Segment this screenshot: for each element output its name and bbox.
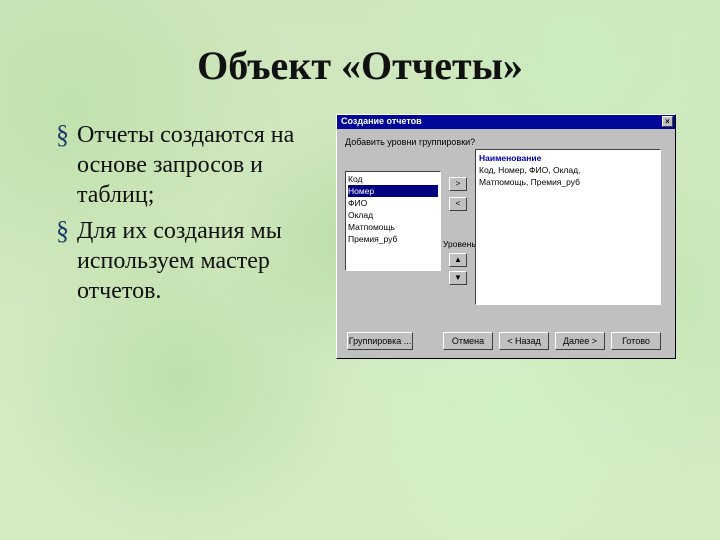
window-title: Создание отчетов bbox=[341, 116, 422, 126]
report-wizard-window: Создание отчетов × Добавить уровни групп… bbox=[336, 114, 676, 359]
window-titlebar[interactable]: Создание отчетов × bbox=[337, 115, 675, 129]
wizard-prompt: Добавить уровни группировки? bbox=[345, 137, 475, 147]
add-level-button[interactable]: > bbox=[449, 177, 467, 191]
preview-line: Матпомощь, Премия_руб bbox=[479, 176, 657, 188]
list-item[interactable]: Код bbox=[348, 173, 438, 185]
available-fields-list[interactable]: Код Номер ФИО Оклад Матпомощь Премия_руб bbox=[345, 171, 441, 271]
slide-title: Объект «Отчеты» bbox=[0, 42, 720, 89]
list-item[interactable]: ФИО bbox=[348, 197, 438, 209]
preview-header: Наименование bbox=[479, 152, 657, 164]
close-icon[interactable]: × bbox=[662, 116, 673, 127]
list-item[interactable]: Оклад bbox=[348, 209, 438, 221]
grouping-options-button[interactable]: Группировка ... bbox=[347, 332, 413, 350]
back-button[interactable]: < Назад bbox=[499, 332, 549, 350]
finish-button[interactable]: Готово bbox=[611, 332, 661, 350]
move-up-button[interactable]: ▲ bbox=[449, 253, 467, 267]
bullet-item: § Отчеты создаются на основе запросов и … bbox=[56, 120, 316, 210]
preview-line: Код, Номер, ФИО, Оклад, bbox=[479, 164, 657, 176]
remove-level-button[interactable]: < bbox=[449, 197, 467, 211]
bullet-text: Для их создания мы используем мастер отч… bbox=[77, 216, 316, 306]
grouping-preview: Наименование Код, Номер, ФИО, Оклад, Мат… bbox=[475, 149, 661, 305]
move-down-button[interactable]: ▼ bbox=[449, 271, 467, 285]
level-label: Уровень bbox=[443, 239, 476, 249]
bullet-item: § Для их создания мы используем мастер о… bbox=[56, 216, 316, 306]
list-item[interactable]: Номер bbox=[348, 185, 438, 197]
cancel-button[interactable]: Отмена bbox=[443, 332, 493, 350]
list-item[interactable]: Премия_руб bbox=[348, 233, 438, 245]
bullet-text: Отчеты создаются на основе запросов и та… bbox=[77, 120, 316, 210]
section-mark-icon: § bbox=[56, 216, 69, 246]
section-mark-icon: § bbox=[56, 120, 69, 150]
bullet-list: § Отчеты создаются на основе запросов и … bbox=[56, 120, 316, 312]
next-button[interactable]: Далее > bbox=[555, 332, 605, 350]
list-item[interactable]: Матпомощь bbox=[348, 221, 438, 233]
